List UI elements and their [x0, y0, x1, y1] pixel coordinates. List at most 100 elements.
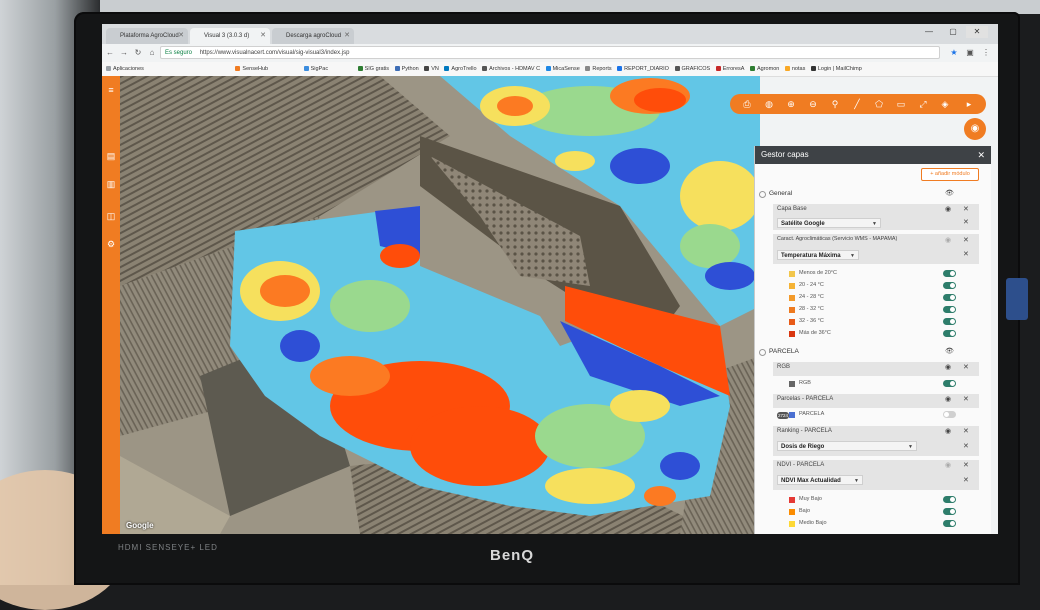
tab-close-icon[interactable]: ✕: [178, 28, 184, 44]
remove-icon[interactable]: ✕: [963, 205, 969, 213]
layer-group-parcela[interactable]: PARCELA: [755, 348, 998, 356]
eye-icon[interactable]: 👁: [945, 189, 954, 197]
bookmark-icon: [545, 66, 551, 72]
eye-icon[interactable]: ◉: [945, 236, 951, 244]
bookmark[interactable]: SigPac: [303, 62, 329, 76]
menu-icon[interactable]: ⋮: [980, 47, 992, 59]
add-module-button[interactable]: + añadir módulo: [921, 168, 979, 181]
home-icon[interactable]: ⌂: [146, 47, 158, 59]
zoom-in-icon[interactable]: ⊕: [784, 97, 798, 111]
legend-label: RGB: [799, 380, 811, 386]
legend-toggle[interactable]: [943, 380, 956, 387]
remove-icon[interactable]: ✕: [963, 363, 969, 371]
remove-icon[interactable]: ✕: [963, 427, 969, 435]
remove-icon[interactable]: ✕: [963, 442, 969, 450]
legend-toggle[interactable]: [943, 520, 956, 527]
back-icon[interactable]: ←: [104, 47, 116, 59]
bookmark[interactable]: VN: [424, 62, 439, 76]
maximize-icon[interactable]: ▢: [942, 26, 964, 38]
bookmark-icon: [357, 66, 363, 72]
legend-toggle[interactable]: [943, 306, 956, 313]
bookmark[interactable]: Aplicaciones: [106, 62, 144, 76]
layer-rgb: RGB ◉ ✕: [773, 362, 979, 376]
visibility-fab-icon[interactable]: ◉: [964, 118, 986, 140]
minimize-icon[interactable]: —: [918, 26, 940, 38]
bookmark[interactable]: Login | MailChimp: [810, 62, 862, 76]
eye-icon[interactable]: 👁: [945, 347, 954, 355]
settings-icon[interactable]: ⚙: [105, 238, 117, 250]
folder-icon[interactable]: ▤: [105, 150, 117, 162]
bookmark[interactable]: REPORT_DIARIO: [617, 62, 669, 76]
layer-group-general[interactable]: General: [755, 190, 998, 198]
forward-icon[interactable]: →: [118, 47, 130, 59]
group-radio-icon[interactable]: [759, 191, 766, 198]
tab-close-icon[interactable]: ✕: [260, 28, 266, 44]
expand-arrow-icon[interactable]: ▸: [962, 97, 976, 111]
legend-toggle[interactable]: [943, 270, 956, 277]
remove-icon[interactable]: ✕: [963, 250, 969, 258]
comment-icon[interactable]: ▭: [894, 97, 908, 111]
legend-toggle[interactable]: [943, 282, 956, 289]
bookmark[interactable]: Reports: [585, 62, 612, 76]
fullscreen-icon[interactable]: ⤢: [916, 97, 930, 111]
remove-icon[interactable]: ✕: [963, 218, 969, 226]
bookmark[interactable]: SIG gratis: [357, 62, 389, 76]
menu-icon[interactable]: ≡: [105, 84, 117, 96]
climate-layer-select[interactable]: Temperatura Máxima ▼: [777, 250, 859, 260]
bookmark[interactable]: SenseHub: [235, 62, 268, 76]
bookmark-icon: [235, 66, 241, 72]
print-icon[interactable]: ⎙: [740, 97, 754, 111]
bookmark[interactable]: Python: [394, 62, 419, 76]
layers-icon[interactable]: ◫: [105, 210, 117, 222]
bookmark[interactable]: ErroresA: [715, 62, 744, 76]
bookmark[interactable]: AgroTrello: [444, 62, 477, 76]
legend-toggle[interactable]: [943, 496, 956, 503]
measure-icon[interactable]: ╱: [850, 97, 864, 111]
bookmark[interactable]: notas: [784, 62, 805, 76]
close-window-icon[interactable]: ✕: [966, 26, 988, 38]
remove-icon[interactable]: ✕: [963, 476, 969, 484]
layers-icon[interactable]: ◈: [938, 97, 952, 111]
legend-item: RGB: [789, 380, 811, 387]
reload-icon[interactable]: ↻: [132, 47, 144, 59]
select-value: Dosis de Riego: [781, 444, 825, 450]
legend-toggle[interactable]: [943, 318, 956, 325]
legend-toggle[interactable]: [943, 508, 956, 515]
bookmark[interactable]: Archivos - HDMAV C: [482, 62, 540, 76]
polygon-icon[interactable]: ⬠: [872, 97, 886, 111]
base-layer-select[interactable]: Satélite Google ▼: [777, 218, 881, 228]
legend-toggle[interactable]: [943, 330, 956, 337]
ranking-layer-select[interactable]: Dosis de Riego ▼: [777, 441, 917, 451]
legend-toggle[interactable]: [943, 294, 956, 301]
tab-close-icon[interactable]: ✕: [344, 28, 350, 44]
eye-icon[interactable]: ◉: [945, 427, 951, 435]
bookmark[interactable]: GRAFICOS: [674, 62, 710, 76]
remove-icon[interactable]: ✕: [963, 461, 969, 469]
browser-tab-active[interactable]: Visual 3 (3.0.3 d) ✕: [190, 28, 270, 44]
extension-icon[interactable]: ▣: [964, 47, 976, 59]
eye-icon[interactable]: ◉: [945, 363, 951, 371]
legend-item: 24 - 28 °C: [789, 294, 824, 301]
marker-icon[interactable]: ⚲: [828, 97, 842, 111]
eye-icon[interactable]: ◉: [945, 395, 951, 403]
star-icon[interactable]: ★: [948, 47, 960, 59]
document-icon[interactable]: ▥: [105, 178, 117, 190]
remove-icon[interactable]: ✕: [963, 395, 969, 403]
browser-tab[interactable]: Plataforma AgroCloud ✕: [106, 28, 188, 44]
browser-tab[interactable]: Descarga agroCloud ✕: [272, 28, 354, 44]
remove-icon[interactable]: ✕: [963, 236, 969, 244]
url-input[interactable]: Es seguro https://www.visualnacert.com/v…: [160, 46, 940, 59]
bookmark-label: SigPac: [310, 66, 329, 72]
bookmark[interactable]: Agromon: [750, 62, 779, 76]
legend-toggle[interactable]: [943, 411, 956, 418]
eye-icon[interactable]: ◉: [945, 461, 951, 469]
close-icon[interactable]: ✕: [977, 146, 985, 164]
zoom-out-icon[interactable]: ⊖: [806, 97, 820, 111]
bookmark[interactable]: MicaSense: [545, 62, 580, 76]
map-view[interactable]: Google: [120, 76, 760, 534]
group-radio-icon[interactable]: [759, 349, 766, 356]
globe-icon[interactable]: ◍: [762, 97, 776, 111]
ndvi-layer-select[interactable]: NDVI Max Actualidad ▼: [777, 475, 863, 485]
eye-icon[interactable]: ◉: [945, 205, 951, 213]
legend-item: 32 - 36 °C: [789, 318, 824, 325]
